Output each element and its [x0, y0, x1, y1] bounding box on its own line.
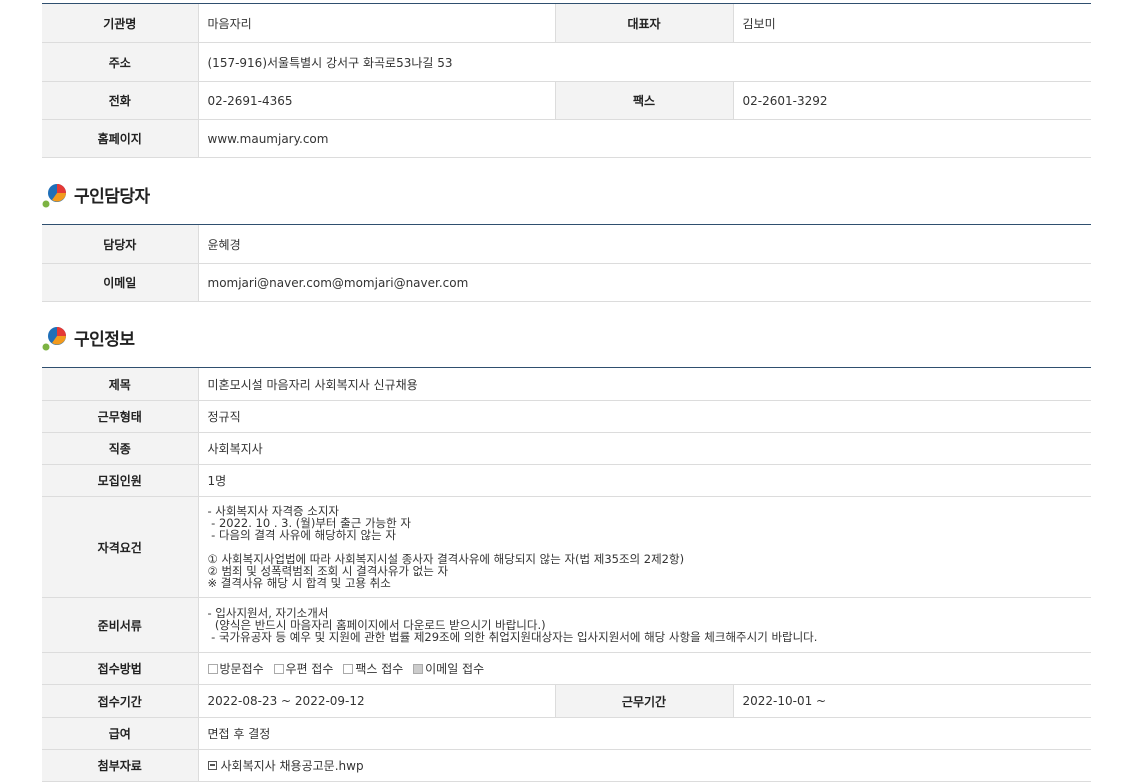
job-table: 제목 미혼모시설 마음자리 사회복지사 신규채용 근무형태 정규직 직종 사회복…	[42, 367, 1092, 782]
method-label: 접수방법	[42, 652, 198, 685]
ceo-label: 대표자	[554, 3, 733, 43]
table-row: 담당자 윤혜경	[42, 224, 1091, 264]
section-bullet-icon	[42, 327, 66, 351]
checkbox-mail[interactable]	[273, 664, 284, 674]
subject-value: 미혼모시설 마음자리 사회복지사 신규채용	[197, 367, 1092, 401]
method-option-visit[interactable]: 방문접수	[207, 662, 264, 676]
method-option-email[interactable]: 이메일 접수	[413, 662, 484, 676]
email-value: momjari@naver.com@momjari@naver.com	[197, 263, 1091, 302]
method-option-mail[interactable]: 우편 접수	[273, 662, 333, 676]
manager-label: 담당자	[42, 224, 198, 264]
job-title: 구인정보	[74, 329, 135, 350]
table-row: 근무형태 정규직	[42, 400, 1092, 433]
section-bullet-icon	[42, 184, 66, 208]
checkbox-visit[interactable]	[207, 664, 218, 674]
table-row: 주소 (157-916)서울특별시 강서구 화곡로53나길 53	[42, 42, 1091, 82]
table-row: 접수방법 방문접수 우편 접수 팩스 접수 이메일 접수	[42, 652, 1092, 685]
documents-value: - 입사지원서, 자기소개서 (양식은 반드시 마음자리 홈페이지에서 다운로드…	[197, 597, 1092, 653]
table-row: 제목 미혼모시설 마음자리 사회복지사 신규채용	[42, 367, 1092, 401]
table-row: 이메일 momjari@naver.com@momjari@naver.com	[42, 263, 1091, 302]
method-option-fax[interactable]: 팩스 접수	[343, 662, 403, 676]
attachment-label: 첨부자료	[42, 749, 198, 782]
worktype-value: 정규직	[197, 400, 1092, 433]
file-icon	[207, 761, 217, 770]
fax-label: 팩스	[554, 81, 733, 120]
method-options: 방문접수 우편 접수 팩스 접수 이메일 접수	[197, 652, 1092, 685]
attachment-cell: 사회복지사 채용공고문.hwp	[197, 749, 1092, 782]
table-row: 접수기간 2022-08-23 ~ 2022-09-12 근무기간 2022-1…	[42, 684, 1092, 718]
homepage-label: 홈페이지	[42, 119, 198, 158]
table-row: 첨부자료 사회복지사 채용공고문.hwp	[42, 749, 1092, 782]
table-row: 직종 사회복지사	[42, 432, 1092, 465]
table-row: 모집인원 1명	[42, 464, 1092, 497]
ceo-value: 김보미	[732, 3, 1091, 43]
subject-label: 제목	[42, 367, 198, 401]
org-info-table: 기관명 마음자리 대표자 김보미 주소 (157-916)서울특별시 강서구 화…	[42, 3, 1091, 158]
contact-table: 담당자 윤혜경 이메일 momjari@naver.com@momjari@na…	[42, 224, 1091, 302]
requirements-label: 자격요건	[42, 496, 198, 598]
workperiod-value: 2022-10-01 ~	[732, 684, 1092, 718]
phone-value: 02-2691-4365	[197, 81, 555, 120]
table-row: 준비서류 - 입사지원서, 자기소개서 (양식은 반드시 마음자리 홈페이지에서…	[42, 597, 1092, 653]
fax-value: 02-2601-3292	[732, 81, 1091, 120]
headcount-value: 1명	[197, 464, 1092, 497]
table-row: 전화 02-2691-4365 팩스 02-2601-3292	[42, 81, 1091, 120]
requirements-value: - 사회복지사 자격증 소지자 - 2022. 10 . 3. (월)부터 출근…	[197, 496, 1092, 598]
org-name-value: 마음자리	[197, 3, 555, 43]
table-row: 홈페이지 www.maumjary.com	[42, 119, 1091, 158]
job-section-title: 구인정보	[42, 322, 135, 352]
occupation-value: 사회복지사	[197, 432, 1092, 465]
occupation-label: 직종	[42, 432, 198, 465]
table-row: 기관명 마음자리 대표자 김보미	[42, 3, 1091, 43]
period-label: 접수기간	[42, 684, 198, 718]
checkbox-email[interactable]	[413, 664, 424, 674]
period-value: 2022-08-23 ~ 2022-09-12	[197, 684, 555, 718]
contact-title: 구인담당자	[74, 186, 150, 207]
workperiod-label: 근무기간	[554, 684, 733, 718]
headcount-label: 모집인원	[42, 464, 198, 497]
manager-value: 윤혜경	[197, 224, 1091, 264]
contact-section-title: 구인담당자	[42, 179, 150, 209]
homepage-value: www.maumjary.com	[197, 119, 1091, 158]
email-label: 이메일	[42, 263, 198, 302]
checkbox-fax[interactable]	[343, 664, 354, 674]
org-name-label: 기관명	[42, 3, 198, 43]
table-row: 자격요건 - 사회복지사 자격증 소지자 - 2022. 10 . 3. (월)…	[42, 496, 1092, 598]
address-value: (157-916)서울특별시 강서구 화곡로53나길 53	[197, 42, 1091, 82]
address-label: 주소	[42, 42, 198, 82]
documents-label: 준비서류	[42, 597, 198, 653]
salary-value: 면접 후 결정	[197, 717, 1092, 750]
phone-label: 전화	[42, 81, 198, 120]
attachment-link[interactable]: 사회복지사 채용공고문.hwp	[221, 759, 364, 773]
table-row: 급여 면접 후 결정	[42, 717, 1092, 750]
salary-label: 급여	[42, 717, 198, 750]
worktype-label: 근무형태	[42, 400, 198, 433]
